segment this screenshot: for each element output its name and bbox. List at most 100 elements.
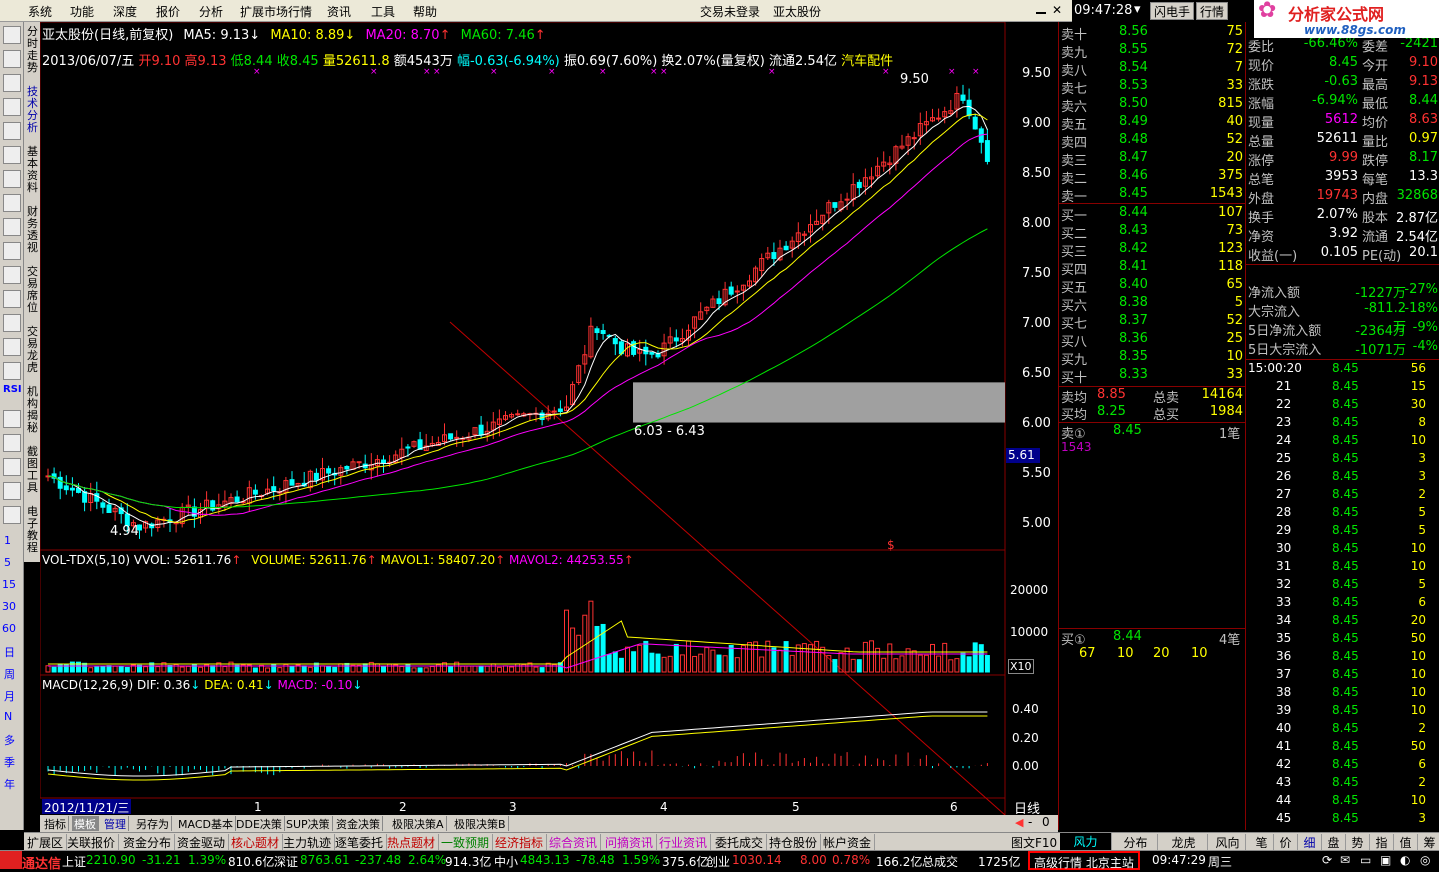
period-60min[interactable]: 60 <box>2 622 16 635</box>
subtab-left-item[interactable]: 关联报价 <box>64 834 120 850</box>
period-quarter[interactable]: 季 <box>4 754 15 770</box>
subtab-left-item[interactable]: 持仓股份 <box>766 834 822 850</box>
network-icon[interactable]: ◎ <box>1420 853 1430 867</box>
report-icon[interactable] <box>3 98 21 116</box>
subtab-left-item[interactable]: 逐笔委托 <box>332 834 388 850</box>
up-arrow-icon[interactable] <box>3 26 21 44</box>
period-15min[interactable]: 15 <box>2 578 16 591</box>
vtab-finance[interactable]: 财务透视 <box>25 206 40 254</box>
subtab-left-item[interactable]: 一致预期 <box>438 834 494 850</box>
vtab-intraday[interactable]: 分时走势 <box>25 26 40 74</box>
subtab-mini-item[interactable]: 盘 <box>1322 834 1346 850</box>
table-icon[interactable] <box>3 122 21 140</box>
subtab-left-item[interactable]: 主力轨迹 <box>280 834 336 850</box>
subtab-left-item[interactable]: 行业资讯 <box>656 834 712 850</box>
vtab-institution[interactable]: 机构揭秘 <box>25 386 40 434</box>
subtab-left-item[interactable]: 问摘资讯 <box>602 834 658 850</box>
close-icon[interactable]: ✕ <box>1052 3 1062 17</box>
zoom-in-button[interactable]: 0 <box>1042 815 1050 829</box>
sell-level-row[interactable]: 卖七 8.53 33 <box>1059 78 1245 97</box>
kline-chart-area[interactable]: × × × × × × × × × × × × × 亚太股份(日线,前复权) MA5: 9.13↓ MA… <box>40 22 1058 830</box>
buy-level-row[interactable]: 买五 8.40 65 <box>1059 277 1245 296</box>
lock-icon[interactable]: ▣ <box>1380 853 1391 867</box>
menu-quote[interactable]: 报价 <box>156 3 180 20</box>
monitor-icon[interactable]: ▭ <box>1360 853 1371 867</box>
subtab-left-item[interactable]: 资金分布 <box>120 834 176 850</box>
buy-level-row[interactable]: 买一 8.44 107 <box>1059 205 1245 224</box>
subtab-left-item[interactable]: 综合资讯 <box>546 834 602 850</box>
doc-icon[interactable] <box>3 314 21 332</box>
kline-icon[interactable] <box>3 170 21 188</box>
subtab-mini-item[interactable]: 势 <box>1346 834 1370 850</box>
subtab-wind[interactable]: 风力 <box>1060 833 1112 850</box>
scroll-left-icon[interactable]: ◀ <box>1015 816 1023 829</box>
subtab-left-item[interactable]: 资金驱动 <box>174 834 230 850</box>
vtab-seats[interactable]: 交易席位 <box>25 266 40 314</box>
subtab-left-item[interactable]: 经济指标 <box>492 834 548 850</box>
subtab-f10[interactable]: 图文F10 <box>1008 834 1062 850</box>
vtab-screenshot[interactable]: 截图工具 <box>25 446 40 494</box>
sell-level-row[interactable]: 卖九 8.55 72 <box>1059 42 1245 61</box>
buy-level-row[interactable]: 买九 8.35 10 <box>1059 349 1245 368</box>
subtab-left-item[interactable]: 热点题材 <box>384 834 440 850</box>
tb-indicator[interactable]: 指标 <box>42 816 69 831</box>
subtab-dragon[interactable]: 龙虎 <box>1160 834 1208 850</box>
menu-news[interactable]: 资讯 <box>327 3 351 20</box>
vtab-dragon[interactable]: 交易龙虎 <box>25 326 40 374</box>
sell-level-row[interactable]: 卖八 8.54 7 <box>1059 60 1245 79</box>
line-chart-icon[interactable] <box>3 146 21 164</box>
f12-icon[interactable] <box>3 290 21 308</box>
period-week[interactable]: 周 <box>4 666 15 682</box>
period-1min[interactable]: 1 <box>4 534 11 547</box>
subtab-dist[interactable]: 分布 <box>1114 834 1158 850</box>
tb-limit-a[interactable]: 极限决策A <box>390 816 447 831</box>
sell-level-row[interactable]: 卖五 8.49 40 <box>1059 114 1245 133</box>
subtab-mini-item[interactable]: 价 <box>1274 834 1298 850</box>
buy-level-row[interactable]: 买二 8.43 73 <box>1059 223 1245 242</box>
subtab-mini-item[interactable]: 值 <box>1394 834 1418 850</box>
sell-level-row[interactable]: 卖十 8.56 75 <box>1059 24 1245 43</box>
period-month[interactable]: 月 <box>4 688 15 704</box>
quote-button[interactable]: 行情 <box>1196 2 1229 20</box>
tb-manage[interactable]: 管理 <box>102 816 129 831</box>
menu-help[interactable]: 帮助 <box>413 3 437 20</box>
menu-ext-market[interactable]: 扩展市场行情 <box>240 3 312 20</box>
menu-system[interactable]: 系统 <box>28 3 52 20</box>
tb-template[interactable]: 模板 <box>72 816 99 831</box>
zoom-icon[interactable] <box>3 410 21 428</box>
period-day[interactable]: 日 <box>4 644 15 660</box>
settings-icon[interactable] <box>3 506 21 524</box>
tb-fund[interactable]: 资金决策 <box>334 816 383 831</box>
subtab-mini-item[interactable]: 笔 <box>1250 834 1274 850</box>
page-icon[interactable] <box>3 266 21 284</box>
station-label[interactable]: 高级行情 北京主站 <box>1028 851 1140 870</box>
pen-icon[interactable] <box>3 458 21 476</box>
period-30min[interactable]: 30 <box>2 600 16 613</box>
menu-depth[interactable]: 深度 <box>113 3 137 20</box>
subtab-left-item[interactable]: 核心题材 <box>228 834 284 850</box>
sell-level-row[interactable]: 卖二 8.46 375 <box>1059 168 1245 187</box>
speaker-icon[interactable]: ◐ <box>1400 853 1410 867</box>
tb-limit-b[interactable]: 极限决策B <box>452 816 509 831</box>
rsi-icon[interactable]: RSI <box>3 384 22 395</box>
period-year[interactable]: 年 <box>4 776 15 792</box>
menu-analysis[interactable]: 分析 <box>199 3 223 20</box>
zoom-out-button[interactable]: - <box>1028 815 1032 829</box>
buy-level-row[interactable]: 买七 8.37 52 <box>1059 313 1245 332</box>
mail-icon[interactable]: ✉ <box>1340 853 1350 867</box>
sell-level-row[interactable]: 卖一 8.45 1543 <box>1059 186 1245 205</box>
subtab-left-item[interactable]: 扩展区 <box>24 834 68 850</box>
period-5min[interactable]: 5 <box>4 556 11 569</box>
f10-icon[interactable] <box>3 218 21 236</box>
buy-level-row[interactable]: 买六 8.38 5 <box>1059 295 1245 314</box>
buy-level-row[interactable]: 买四 8.41 118 <box>1059 259 1245 278</box>
subtab-left-item[interactable]: 帐户资金 <box>820 834 876 850</box>
kline-chart-svg[interactable]: × × × × × × × × × × × × × <box>40 22 1058 815</box>
sell-level-row[interactable]: 卖三 8.47 20 <box>1059 150 1245 169</box>
list-icon[interactable] <box>3 242 21 260</box>
login-status[interactable]: 交易未登录 <box>700 3 760 20</box>
minimize-icon[interactable] <box>1036 4 1046 14</box>
menu-function[interactable]: 功能 <box>70 3 94 20</box>
tb-dde[interactable]: DDE决策 <box>234 816 285 831</box>
buy-level-row[interactable]: 买八 8.36 25 <box>1059 331 1245 350</box>
